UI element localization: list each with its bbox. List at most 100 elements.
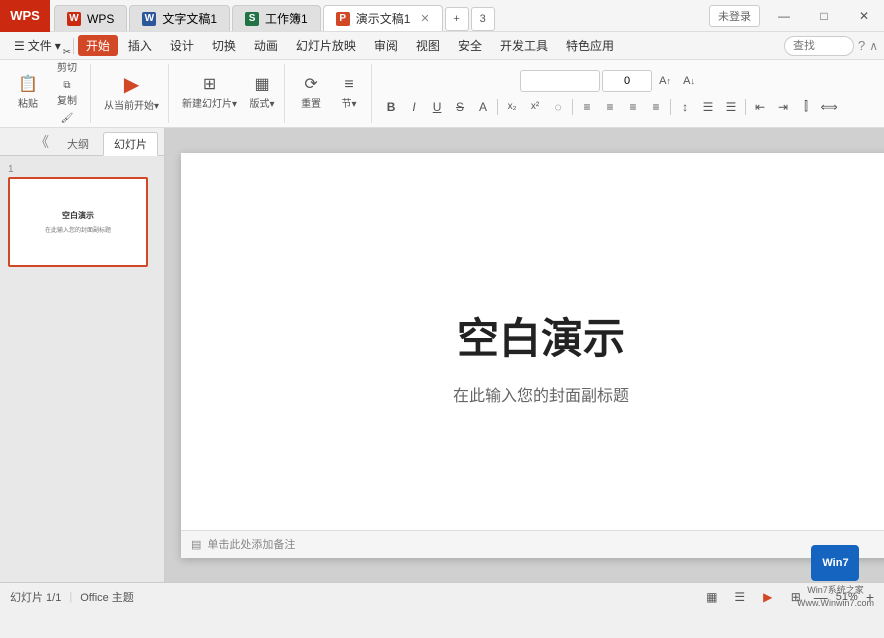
reset-group: ⟳ 重置 ≡ 节▾ xyxy=(289,64,372,123)
play-icon: ▶ xyxy=(124,75,139,95)
bullets-button[interactable]: ☰ xyxy=(697,96,719,118)
collapse-button[interactable]: 《 xyxy=(31,132,53,152)
window-controls: — □ ✕ xyxy=(764,0,884,32)
font-name-input[interactable] xyxy=(520,70,600,92)
view-slide-button[interactable]: ▶ xyxy=(758,587,778,607)
slide-info: 幻灯片 1/1 xyxy=(10,589,61,605)
align-right-button[interactable]: ≡ xyxy=(622,96,644,118)
line-spacing-button[interactable]: ↕ xyxy=(674,96,696,118)
clear-format-button[interactable]: ◌ xyxy=(547,96,569,118)
close-button[interactable]: ✕ xyxy=(844,0,884,32)
section-icon: ≡ xyxy=(344,77,353,93)
tab-label-excel1: 工作簿1 xyxy=(265,10,308,27)
tab-excel1[interactable]: S 工作簿1 xyxy=(232,5,321,31)
view-normal-button[interactable]: ▦ xyxy=(702,587,722,607)
tab-icon-excel1: S xyxy=(245,12,259,26)
main-area: 《 大纲 幻灯片 1 空白演示 在此输入您的封面副标题 空白演示 在此输入您的封… xyxy=(0,128,884,582)
menu-insert[interactable]: 插入 xyxy=(120,35,160,56)
superscript-button[interactable]: x² xyxy=(524,96,546,118)
numbering-button[interactable]: ☰ xyxy=(720,96,742,118)
title-bar: WPS W WPS W 文字文稿1 S 工作簿1 P 演示文稿1 ✕ + 3 未… xyxy=(0,0,884,32)
slides-list: 1 空白演示 在此输入您的封面副标题 xyxy=(0,156,164,582)
slide-preview-1[interactable]: 空白演示 在此输入您的封面副标题 xyxy=(8,177,148,267)
tab-ppt1[interactable]: P 演示文稿1 ✕ xyxy=(323,5,443,31)
increase-font-button[interactable]: A↑ xyxy=(654,70,676,92)
format-separator-3 xyxy=(670,99,671,115)
font-color-button[interactable]: A xyxy=(472,96,494,118)
increase-indent-button[interactable]: ⇥ xyxy=(772,96,794,118)
help-icon[interactable]: ? xyxy=(858,38,865,53)
reset-icon: ⟳ xyxy=(304,77,317,93)
cut-button[interactable]: ✂ 剪切 xyxy=(48,45,86,76)
wps-logo[interactable]: WPS xyxy=(0,0,50,32)
font-size-input[interactable] xyxy=(602,70,652,92)
paste-label: 粘贴 xyxy=(18,95,38,110)
slide-subtitle[interactable]: 在此输入您的封面副标题 xyxy=(453,382,629,406)
reset-button[interactable]: ⟳ 重置 xyxy=(293,74,329,113)
play-label: 从当前开始▾ xyxy=(104,97,159,112)
text-dir-button[interactable]: ⟺ xyxy=(818,96,840,118)
new-slide-group: ⊞ 新建幻灯片▾ ▦ 版式▾ xyxy=(173,64,285,123)
menu-search-area: ? ∧ xyxy=(784,36,878,56)
watermark: Win7 Win7系统之家 Www.Winwin7.com xyxy=(797,545,874,608)
paste-button[interactable]: 📋 粘贴 xyxy=(10,74,46,113)
tab-label-wps: WPS xyxy=(87,12,114,26)
new-slide-label: 新建幻灯片▾ xyxy=(182,95,237,110)
menu-security[interactable]: 安全 xyxy=(450,35,490,56)
slide-canvas[interactable]: 空白演示 在此输入您的封面副标题 ▤ 单击此处添加备注 xyxy=(181,153,884,558)
panel-tab-outline[interactable]: 大纲 xyxy=(57,133,99,155)
section-button[interactable]: ≡ 节▾ xyxy=(331,74,367,113)
fontsize-group: A↑ A↓ B I U S A x₂ x² ◌ ≡ ≡ ≡ ≡ ↕ xyxy=(376,64,844,123)
tab-close-ppt1[interactable]: ✕ xyxy=(420,12,429,25)
bold-button[interactable]: B xyxy=(380,96,402,118)
new-slide-icon: ⊞ xyxy=(203,77,216,93)
strikethrough-button[interactable]: S xyxy=(449,96,471,118)
underline-button[interactable]: U xyxy=(426,96,448,118)
menu-view[interactable]: 视图 xyxy=(408,35,448,56)
align-center-button[interactable]: ≡ xyxy=(599,96,621,118)
expand-icon[interactable]: ∧ xyxy=(869,39,878,53)
status-bar: 幻灯片 1/1 | Office 主题 ▦ ☰ ▶ ⊞ — 51% + xyxy=(0,582,884,610)
menu-design[interactable]: 设计 xyxy=(162,35,202,56)
panel-tab-slides[interactable]: 幻灯片 xyxy=(103,132,158,156)
decrease-font-button[interactable]: A↓ xyxy=(678,70,700,92)
layout-button[interactable]: ▦ 版式▾ xyxy=(244,74,280,113)
notes-icon: ▤ xyxy=(191,538,201,551)
tabs-area: W WPS W 文字文稿1 S 工作簿1 P 演示文稿1 ✕ + 3 xyxy=(50,0,709,31)
menu-animate[interactable]: 动画 xyxy=(246,35,286,56)
new-slide-button[interactable]: ⊞ 新建幻灯片▾ xyxy=(177,74,242,113)
section-label: 节▾ xyxy=(342,95,357,110)
clipboard-group: 📋 粘贴 ✂ 剪切 ⧉ 复制 🖌 格式刷 xyxy=(6,64,91,123)
menu-slideshow[interactable]: 幻灯片放映 xyxy=(288,35,364,56)
columns-button[interactable]: ⫿ xyxy=(795,96,817,118)
tab-wps[interactable]: W WPS xyxy=(54,5,127,31)
new-tab-button[interactable]: + xyxy=(445,7,469,31)
menu-special[interactable]: 特色应用 xyxy=(558,35,622,56)
view-outline-button[interactable]: ☰ xyxy=(730,587,750,607)
maximize-button[interactable]: □ xyxy=(804,0,844,32)
play-button[interactable]: ▶ 从当前开始▾ xyxy=(99,72,164,115)
align-left-button[interactable]: ≡ xyxy=(576,96,598,118)
menu-switch[interactable]: 切换 xyxy=(204,35,244,56)
copy-button[interactable]: ⧉ 复制 xyxy=(48,78,86,109)
justify-button[interactable]: ≡ xyxy=(645,96,667,118)
decrease-indent-button[interactable]: ⇤ xyxy=(749,96,771,118)
tab-icon-doc1: W xyxy=(142,12,156,26)
italic-button[interactable]: I xyxy=(403,96,425,118)
login-button[interactable]: 未登录 xyxy=(709,5,760,27)
slide-main-title[interactable]: 空白演示 xyxy=(457,305,625,366)
minimize-button[interactable]: — xyxy=(764,0,804,32)
notes-bar: ▤ 单击此处添加备注 xyxy=(181,530,884,558)
notes-placeholder[interactable]: 单击此处添加备注 xyxy=(207,536,295,552)
menu-review[interactable]: 审阅 xyxy=(366,35,406,56)
slide-thumbnail-1[interactable]: 1 空白演示 在此输入您的封面副标题 xyxy=(8,164,156,267)
layout-label: 版式▾ xyxy=(250,95,275,110)
menu-devtools[interactable]: 开发工具 xyxy=(492,35,556,56)
tab-icon-wps: W xyxy=(67,12,81,26)
slide-panel: 《 大纲 幻灯片 1 空白演示 在此输入您的封面副标题 xyxy=(0,128,165,582)
search-input[interactable] xyxy=(784,36,854,56)
slide-number-1: 1 xyxy=(8,164,156,175)
subscript-button[interactable]: x₂ xyxy=(501,96,523,118)
format-brush-icon: 🖌 xyxy=(61,113,74,124)
tab-doc1[interactable]: W 文字文稿1 xyxy=(129,5,230,31)
